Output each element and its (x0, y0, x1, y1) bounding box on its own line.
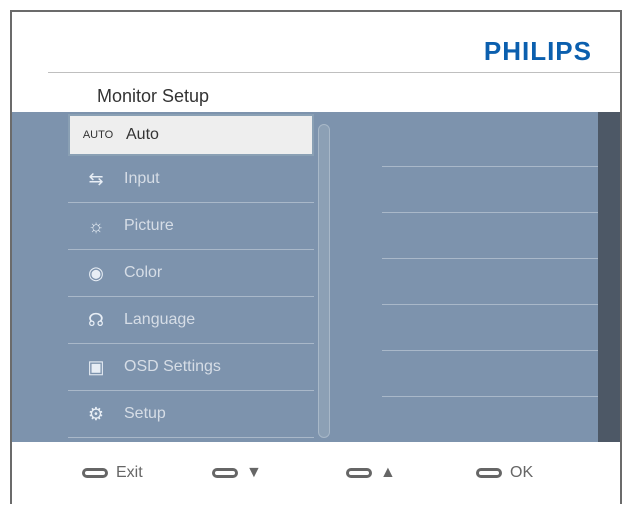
menu-item-label: Language (124, 311, 196, 328)
button-pill-icon (346, 468, 372, 478)
menu-item-color[interactable]: ◉ Color (68, 250, 314, 297)
osd-icon: ▣ (87, 356, 105, 377)
up-label: ▲ (380, 464, 396, 481)
submenu-divider (382, 166, 598, 167)
ok-label: OK (510, 464, 534, 481)
monitor-osd-frame: PHILIPS Monitor Setup AUTO Auto ⇆ Input … (10, 10, 622, 504)
header-divider (48, 72, 620, 73)
down-label: ▼ (246, 464, 262, 481)
exit-label: Exit (116, 464, 143, 481)
down-button[interactable]: ▼ (212, 464, 262, 482)
ok-button[interactable]: OK (476, 464, 533, 482)
menu-item-label: Color (124, 264, 163, 281)
submenu-divider (382, 304, 598, 305)
scrollbar[interactable] (318, 124, 330, 438)
submenu-divider (382, 396, 598, 397)
menu-item-auto[interactable]: AUTO Auto (68, 114, 314, 156)
color-icon: ◉ (88, 262, 104, 283)
menu-right-shade (598, 112, 620, 442)
brand-logo: PHILIPS (483, 36, 592, 66)
up-button[interactable]: ▲ (346, 464, 396, 482)
menu-item-label: Input (124, 170, 160, 187)
menu-item-label: Picture (124, 217, 174, 234)
submenu-divider (382, 212, 598, 213)
input-icon: ⇆ (88, 168, 104, 189)
main-menu: AUTO Auto ⇆ Input ☼ Picture ◉ Color ☊ La… (68, 114, 314, 438)
submenu-divider (382, 258, 598, 259)
menu-item-label: OSD Settings (124, 358, 221, 375)
button-pill-icon (212, 468, 238, 478)
menu-item-label: Setup (124, 405, 166, 422)
button-pill-icon (82, 468, 108, 478)
menu-item-language[interactable]: ☊ Language (68, 297, 314, 344)
exit-button[interactable]: Exit (82, 464, 143, 482)
menu-item-input[interactable]: ⇆ Input (68, 156, 314, 203)
menu-item-osd-settings[interactable]: ▣ OSD Settings (68, 344, 314, 391)
language-icon: ☊ (88, 309, 104, 330)
submenu-divider (382, 350, 598, 351)
setup-icon: ⚙ (87, 403, 105, 424)
button-pill-icon (476, 468, 502, 478)
menu-item-picture[interactable]: ☼ Picture (68, 203, 314, 250)
picture-icon: ☼ (87, 215, 105, 236)
screen-title: Monitor Setup (97, 86, 210, 106)
menu-item-setup[interactable]: ⚙ Setup (68, 391, 314, 438)
menu-item-label: Auto (126, 126, 159, 143)
auto-icon: AUTO (82, 129, 114, 141)
